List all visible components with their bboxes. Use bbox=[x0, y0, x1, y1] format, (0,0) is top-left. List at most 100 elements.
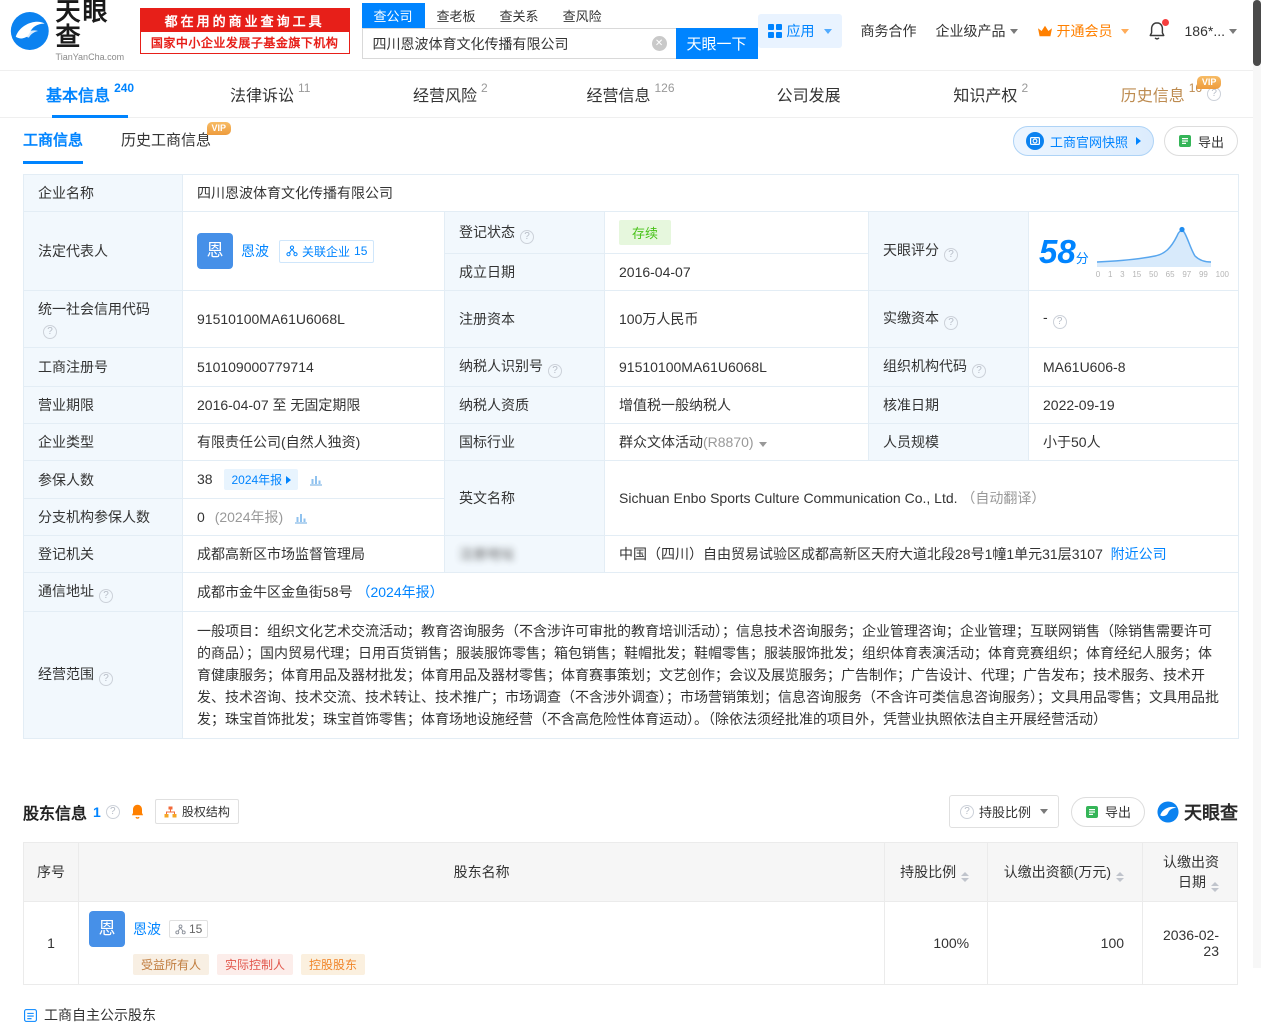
grid-icon bbox=[768, 24, 782, 38]
value-taxpayer-quality: 增值税一般纳税人 bbox=[605, 387, 869, 424]
network-icon bbox=[286, 245, 298, 257]
label-taxpayer-quality: 纳税人资质 bbox=[445, 387, 605, 424]
value-english-name: Sichuan Enbo Sports Culture Communicatio… bbox=[605, 461, 1239, 536]
sort-icon[interactable] bbox=[1211, 882, 1219, 892]
search-tab-relation[interactable]: 查关系 bbox=[488, 3, 551, 28]
apps-label: 应用 bbox=[787, 21, 815, 41]
search-tab-boss[interactable]: 查老板 bbox=[425, 3, 488, 28]
search-tab-risk[interactable]: 查风险 bbox=[551, 3, 614, 28]
shareholder-name-link[interactable]: 恩波 bbox=[133, 919, 161, 939]
col-subscribed-amount: 认缴出资额(万元) bbox=[988, 843, 1143, 902]
help-icon[interactable] bbox=[944, 248, 958, 262]
search-tabs: 查公司 查老板 查关系 查风险 bbox=[362, 3, 758, 28]
shareholder-amount: 100 bbox=[988, 902, 1143, 985]
search-area: 查公司 查老板 查关系 查风险 天眼一下 bbox=[362, 3, 758, 59]
nearby-companies-link[interactable]: 附近公司 bbox=[1111, 546, 1167, 562]
holding-ratio-filter[interactable]: 持股比例 bbox=[949, 795, 1059, 828]
shareholders-count: 1 bbox=[93, 804, 101, 820]
help-icon[interactable] bbox=[548, 364, 562, 378]
scrollbar[interactable] bbox=[1253, 0, 1261, 968]
business-cooperation-label: 商务合作 bbox=[861, 21, 917, 41]
business-cooperation-link[interactable]: 商务合作 bbox=[861, 21, 917, 41]
col-holding-ratio: 持股比例 bbox=[885, 843, 988, 902]
tianyancha-logo-icon bbox=[1157, 801, 1179, 823]
tab-operational-risk[interactable]: 经营风险2 bbox=[360, 71, 540, 117]
shareholder-index: 1 bbox=[24, 902, 79, 985]
tab-intellectual-property[interactable]: 知识产权2 bbox=[901, 71, 1081, 117]
label-registered-capital: 注册资本 bbox=[445, 291, 605, 348]
search-input[interactable] bbox=[362, 28, 676, 59]
related-count-badge[interactable]: 15 bbox=[169, 920, 208, 938]
help-icon[interactable] bbox=[944, 316, 958, 330]
tianyancha-logo[interactable]: 天眼查 TianYanCha.com bbox=[10, 0, 132, 62]
tab-legal-litigation[interactable]: 法律诉讼11 bbox=[180, 71, 360, 117]
trend-chart-icon[interactable] bbox=[309, 473, 323, 489]
chevron-down-icon bbox=[824, 29, 832, 34]
search-row: 天眼一下 bbox=[362, 28, 758, 59]
account-menu[interactable]: 186*... bbox=[1185, 23, 1237, 39]
search-button[interactable]: 天眼一下 bbox=[676, 28, 758, 59]
legal-rep-link[interactable]: 恩波 bbox=[241, 241, 269, 261]
help-icon[interactable] bbox=[99, 672, 113, 686]
subtab-business-registration[interactable]: 工商信息 bbox=[23, 118, 83, 164]
tag-controlling-shareholder[interactable]: 控股股东 bbox=[301, 954, 365, 975]
shareholder-avatar[interactable]: 恩 bbox=[89, 911, 125, 947]
label-mailing-address: 通信地址 bbox=[24, 573, 183, 612]
header-menu: 应用 商务合作 企业级产品 开通会员 186*... bbox=[758, 14, 1251, 48]
self-disclosed-shareholders-link[interactable]: 工商自主公示股东 bbox=[23, 1005, 1238, 1025]
scrollbar-thumb[interactable] bbox=[1253, 0, 1261, 66]
help-icon[interactable] bbox=[106, 805, 120, 819]
tab-business-info[interactable]: 经营信息126 bbox=[540, 71, 720, 117]
clear-input-icon[interactable] bbox=[652, 36, 667, 51]
value-tianyan-score[interactable]: 58分 0131550659799100 bbox=[1029, 212, 1239, 291]
search-tab-company[interactable]: 查公司 bbox=[362, 3, 425, 28]
shareholders-export-button[interactable]: 导出 bbox=[1071, 797, 1145, 827]
label-establish-date: 成立日期 bbox=[445, 254, 605, 291]
tab-company-development[interactable]: 公司发展 bbox=[721, 71, 901, 117]
notification-bell-icon[interactable] bbox=[1148, 21, 1166, 41]
subtab-history-business-registration[interactable]: 历史工商信息 VIP bbox=[121, 118, 211, 164]
help-icon[interactable] bbox=[972, 364, 986, 378]
legal-rep-avatar[interactable]: 恩 bbox=[197, 233, 233, 269]
score-number: 58分 bbox=[1039, 233, 1089, 271]
tab-basic-info[interactable]: 基本信息240 bbox=[0, 71, 180, 117]
value-business-scope: 一般项目：组织文化艺术交流活动；教育咨询服务（不含涉许可审批的教育培训活动）；信… bbox=[183, 612, 1239, 739]
sort-icon[interactable] bbox=[961, 872, 969, 882]
shareholder-name-cell: 恩 恩波 15 受益所有人 实际控制人 控股股东 bbox=[78, 902, 884, 985]
value-branch-insured-count: 0 (2024年报) bbox=[183, 499, 445, 536]
annual-report-badge[interactable]: 2024年报 bbox=[224, 469, 298, 490]
export-button[interactable]: 导出 bbox=[1164, 126, 1238, 156]
score-distribution-chart: 0131550659799100 bbox=[1095, 225, 1230, 279]
vip-badge: VIP bbox=[207, 122, 232, 135]
chevron-down-icon[interactable] bbox=[759, 442, 767, 447]
camera-icon bbox=[1026, 132, 1044, 150]
shareholder-row: 1 恩 恩波 15 受益所有人 实际控制人 控股股东 bbox=[24, 902, 1238, 985]
apps-button[interactable]: 应用 bbox=[758, 14, 842, 48]
label-credit-code: 统一社会信用代码 bbox=[24, 291, 183, 348]
label-business-term: 营业期限 bbox=[24, 387, 183, 424]
open-vip-link[interactable]: 开通会员 bbox=[1037, 21, 1129, 41]
equity-structure-button[interactable]: 股权结构 bbox=[155, 799, 239, 824]
trend-chart-icon[interactable] bbox=[294, 511, 308, 527]
official-snapshot-button[interactable]: 工商官网快照 bbox=[1013, 126, 1154, 156]
logo-domain: TianYanCha.com bbox=[56, 53, 132, 62]
help-icon[interactable] bbox=[1053, 315, 1067, 329]
help-icon[interactable] bbox=[520, 230, 534, 244]
tag-beneficial-owner[interactable]: 受益所有人 bbox=[133, 954, 209, 975]
monitor-bell-icon[interactable] bbox=[130, 803, 145, 820]
tab-label: 知识产权 bbox=[953, 82, 1017, 106]
toolbar-actions: 工商官网快照 导出 bbox=[1013, 126, 1238, 156]
tag-actual-controller[interactable]: 实际控制人 bbox=[217, 954, 293, 975]
sort-icon[interactable] bbox=[1116, 872, 1124, 882]
enterprise-products-link[interactable]: 企业级产品 bbox=[936, 21, 1018, 41]
annual-report-link[interactable]: （2024年报） bbox=[356, 584, 443, 600]
help-icon[interactable] bbox=[43, 325, 57, 339]
tab-history-info[interactable]: 历史信息16 VIP bbox=[1081, 71, 1261, 117]
help-icon[interactable] bbox=[1207, 87, 1221, 101]
value-credit-code: 91510100MA61U6068L bbox=[183, 291, 445, 348]
value-industry: 群众文体活动(R8870) bbox=[605, 424, 869, 461]
help-icon[interactable] bbox=[99, 589, 113, 603]
section-nav-tabs: 基本信息240 法律诉讼11 经营风险2 经营信息126 公司发展 知识产权2 … bbox=[0, 70, 1261, 118]
related-companies-badge[interactable]: 关联企业 15 bbox=[279, 240, 374, 263]
label-registration-status: 登记状态 bbox=[445, 212, 605, 254]
